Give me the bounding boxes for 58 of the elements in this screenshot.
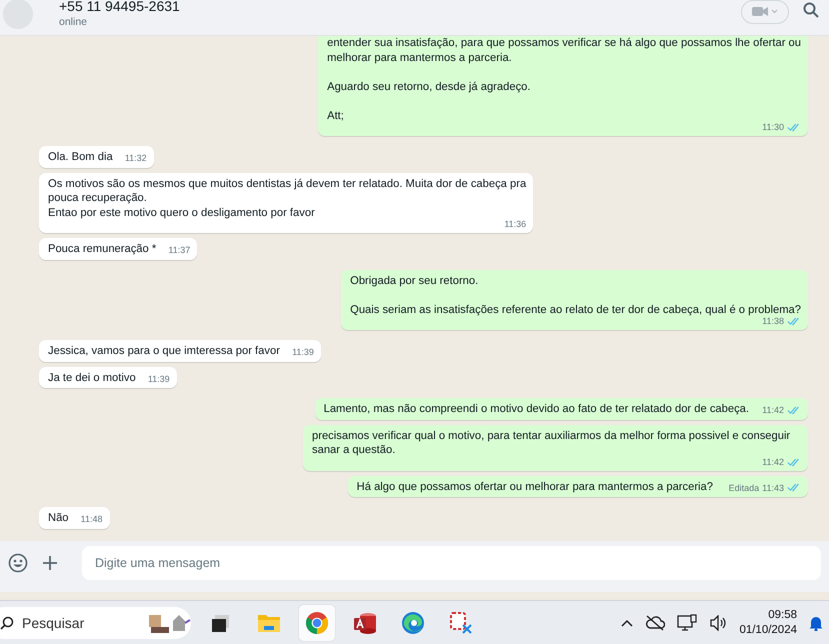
message-text: precisamos verificar qual o motivo, para tentar auxiliarmos da melhor forma possivel e conseguir sanar a questão. xyxy=(312,428,792,458)
received-message[interactable]: Ola. Bom dia 11:32 xyxy=(39,146,154,168)
notification-bell-icon[interactable] xyxy=(809,614,823,630)
clock-time: 09:58 xyxy=(768,608,797,622)
message-text: Ola. Bom dia xyxy=(48,151,113,163)
message-text: Obrigada por seu retorno. Quais seriam as insatisfações referente ao relato de ter dor de cabeça, qual é o problema? xyxy=(350,274,801,317)
message-text: Jessica, vamos para o que imteressa por favor xyxy=(48,345,280,357)
database-icon xyxy=(353,610,377,634)
edited-label: Editada xyxy=(728,482,760,494)
received-message[interactable]: Não 11:48 xyxy=(39,507,110,528)
browser-icon xyxy=(305,610,329,634)
message-text: Ja te dei o motivo xyxy=(48,372,136,384)
message-input[interactable]: Digite uma mensagem xyxy=(82,546,821,580)
video-camera-icon xyxy=(752,6,768,17)
speaker-icon[interactable] xyxy=(709,614,728,630)
sent-message[interactable]: precisamos verificar qual o motivo, para tentar auxiliarmos da melhor forma possivel e conseguir sanar a questão. 11:42 xyxy=(303,424,808,470)
attach-button[interactable] xyxy=(42,554,58,570)
sent-message[interactable]: Há algo que possamos ofertar ou melhorar para mantermos a parceria? Editada 11:43 xyxy=(348,476,808,497)
received-message[interactable]: Jessica, vamos para o que imteressa por favor 11:39 xyxy=(39,340,321,362)
globe-icon xyxy=(401,610,425,634)
message-time: 11:39 xyxy=(292,346,314,359)
caret-icon xyxy=(771,9,778,14)
received-message[interactable]: Ja te dei o motivo 11:39 xyxy=(39,366,177,388)
search-icon xyxy=(803,2,819,18)
message-text: Não xyxy=(48,512,69,524)
message-text: Pouca remuneração * xyxy=(48,243,156,255)
message-text: entender sua insatisfação, para que possamos verificar se há algo que possamos lhe ofertar ou melhorar para mantermos a parceria. Aguardo seu retorno, desde já agradeço. Att; xyxy=(327,36,801,123)
sent-message[interactable]: Lamento, mas não compreendi o motivo devido ao fato de ter relatado dor de cabeça. 11:42 xyxy=(314,398,808,420)
emoji-icon xyxy=(8,552,28,572)
sent-message[interactable]: Obrigada por seu retorno. Quais seriam as insatisfações referente ao relato de ter dor de cabeça, qual é o problema? 11:38 xyxy=(341,270,808,330)
network-icon[interactable] xyxy=(677,614,698,632)
message-time: 11:42 xyxy=(762,456,784,468)
message-time: 11:48 xyxy=(80,513,103,526)
taskbar-search-field[interactable]: Pesquisar xyxy=(0,606,191,638)
message-time: 11:38 xyxy=(762,316,784,327)
message-time: 11:30 xyxy=(762,122,784,133)
taskbar-clock[interactable]: 09:58 01/10/2024 xyxy=(739,608,797,638)
message-time: 11:43 xyxy=(762,482,784,494)
chevron-up-icon[interactable] xyxy=(621,618,634,626)
emoji-button[interactable] xyxy=(8,552,28,572)
plus-icon xyxy=(42,554,58,570)
message-text: Há algo que possamos ofertar ou melhorar para mantermos a parceria? xyxy=(356,480,713,492)
message-time: 11:42 xyxy=(762,404,784,417)
message-text: Lamento, mas não compreendi o motivo devido ao fato de ter relatado dor de cabeça. xyxy=(324,403,749,415)
received-message[interactable]: Os motivos são os mesmos que muitos dentistas já devem ter relatado. Muita dor de cabeça pra pouca recuperação. Entao por este motivo quero o desligamento por favor 11:36 xyxy=(39,172,534,233)
search-icon xyxy=(0,616,14,630)
message-time: 11:37 xyxy=(168,244,190,257)
cloud-offline-icon[interactable] xyxy=(645,614,666,630)
received-message[interactable]: Pouca remuneração * 11:37 xyxy=(39,238,198,260)
contact-name: +55 11 94495-2631 xyxy=(59,0,181,14)
message-time: 11:36 xyxy=(504,219,526,230)
message-time: 11:32 xyxy=(124,152,147,165)
message-time: 11:39 xyxy=(148,372,170,386)
contact-status: online xyxy=(59,16,88,28)
chrome-app-button[interactable] xyxy=(299,604,335,640)
clock-date: 01/10/2024 xyxy=(739,622,797,638)
message-text: Os motivos são os mesmos que muitos dentistas já devem ter relatado. Muita dor de cabeça pra pouca recuperação. Entao por este motivo quero o desligamento por favor xyxy=(48,176,526,220)
sent-message[interactable]: entender sua insatisfação, para que possamos verificar se há algo que possamos lhe ofertar ou melhorar para mantermos a parceria. Aguardo seu retorno, desde já agradeço. Att; 11:30 xyxy=(318,36,808,136)
